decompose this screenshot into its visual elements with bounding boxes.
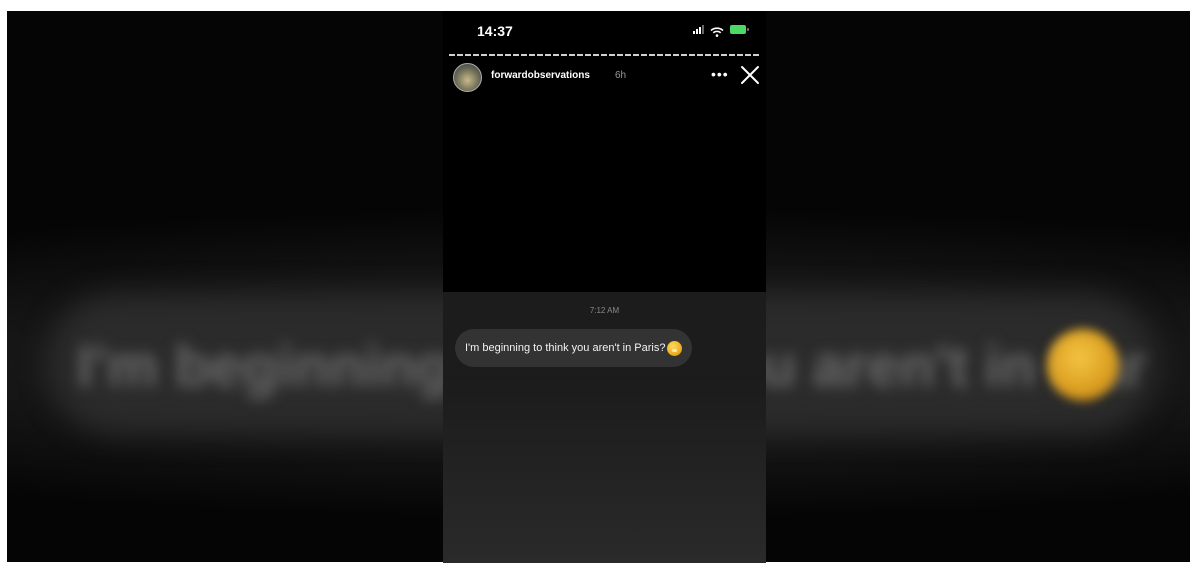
- status-icons: [693, 24, 749, 37]
- story-progress-bar: [449, 54, 760, 56]
- message-screenshot: 7:12 AM I'm beginning to think you aren'…: [443, 292, 766, 375]
- thinking-face-icon: [667, 340, 683, 356]
- story-screen: 14:37 forwardobservations 6h ••• 7:12 AM…: [443, 11, 766, 563]
- wifi-icon: [710, 24, 724, 37]
- story-time-ago: 6h: [615, 70, 627, 81]
- message-text: I'm beginning to think you aren't in Par…: [465, 342, 666, 354]
- close-icon[interactable]: [739, 64, 761, 86]
- cellular-signal-icon: [693, 24, 704, 34]
- blurred-emoji-icon: [1047, 329, 1119, 401]
- status-bar: 14:37: [443, 11, 766, 49]
- message-bubble: I'm beginning to think you aren't in Par…: [455, 329, 693, 367]
- story-username[interactable]: forwardobservations: [491, 70, 590, 81]
- message-timestamp: 7:12 AM: [589, 306, 620, 315]
- avatar[interactable]: [453, 63, 482, 92]
- story-header: forwardobservations 6h •••: [453, 63, 761, 93]
- battery-charging-icon: [730, 24, 749, 34]
- status-time: 14:37: [477, 23, 513, 39]
- story-lower-area: [443, 375, 766, 563]
- more-dots-icon[interactable]: •••: [711, 66, 729, 82]
